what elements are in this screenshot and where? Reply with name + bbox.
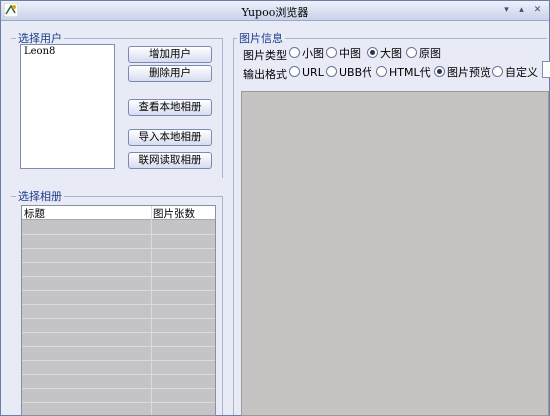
radio-circle-icon [326,66,337,77]
image-type-label: 图片类型 [243,49,287,62]
table-row [22,360,215,361]
table-row [22,248,215,249]
table-row [22,318,215,319]
table-row [22,332,215,333]
delete-user-button[interactable]: 删除用户 [128,65,212,82]
radio-selected-icon [367,47,378,58]
table-row [22,276,215,277]
radio-large-image[interactable]: 大图 [367,47,402,61]
import-local-album-button[interactable]: 导入本地相册 [128,129,212,146]
radio-html-code[interactable]: HTML代码 [376,66,431,80]
radio-url[interactable]: URL [289,66,324,80]
radio-small-image[interactable]: 小图 [289,47,324,61]
table-row [22,388,215,389]
radio-circle-icon [376,66,387,77]
table-row [22,304,215,305]
table-row [22,234,215,235]
radio-circle-icon [289,66,300,77]
album-group-title: 选择相册 [16,188,64,204]
radio-circle-icon [326,47,337,58]
app-window: Yupoo浏览器 ▾ ▴ ✕ 选择用户 Leon8 增加用户 删除用户 查看本地… [0,0,550,416]
info-group-border-left [233,38,234,415]
column-divider [151,206,152,415]
fetch-online-album-button[interactable]: 联网读取相册 [128,152,212,169]
radio-medium-image[interactable]: 中图 [326,47,361,61]
radio-circle-icon [406,47,417,58]
title-bar[interactable]: Yupoo浏览器 ▾ ▴ ✕ [1,1,549,21]
user-list-item[interactable]: Leon8 [21,45,114,58]
album-group-border-right [222,196,223,415]
close-icon[interactable]: ✕ [531,4,544,17]
restore-icon[interactable]: ▴ [515,4,528,17]
column-image-count[interactable]: 图片张数 [153,206,195,221]
radio-ubb-code[interactable]: UBB代码 [326,66,371,80]
custom-format-input[interactable] [542,61,550,78]
radio-selected-icon [434,66,445,77]
view-local-album-button[interactable]: 查看本地相册 [128,99,212,116]
table-row [22,262,215,263]
minimize-icon[interactable]: ▾ [500,4,513,17]
info-group-title: 图片信息 [237,30,285,46]
output-format-label: 输出格式 [243,68,287,81]
table-row [22,346,215,347]
radio-circle-icon [289,47,300,58]
album-table-header: 标题 图片张数 [22,206,215,220]
radio-custom[interactable]: 自定义 [492,66,538,80]
window-title: Yupoo浏览器 [241,6,309,19]
album-table[interactable]: 标题 图片张数 [21,205,216,416]
image-preview-area [241,91,549,416]
table-row [22,290,215,291]
column-title[interactable]: 标题 [24,206,45,221]
add-user-button[interactable]: 增加用户 [128,46,212,63]
user-group-border-right [222,38,223,178]
radio-original-image[interactable]: 原图 [406,47,441,61]
radio-circle-icon [492,66,503,77]
table-row [22,374,215,375]
table-row [22,402,215,403]
radio-image-preview[interactable]: 图片预览 [434,66,491,80]
user-list[interactable]: Leon8 [20,44,115,169]
